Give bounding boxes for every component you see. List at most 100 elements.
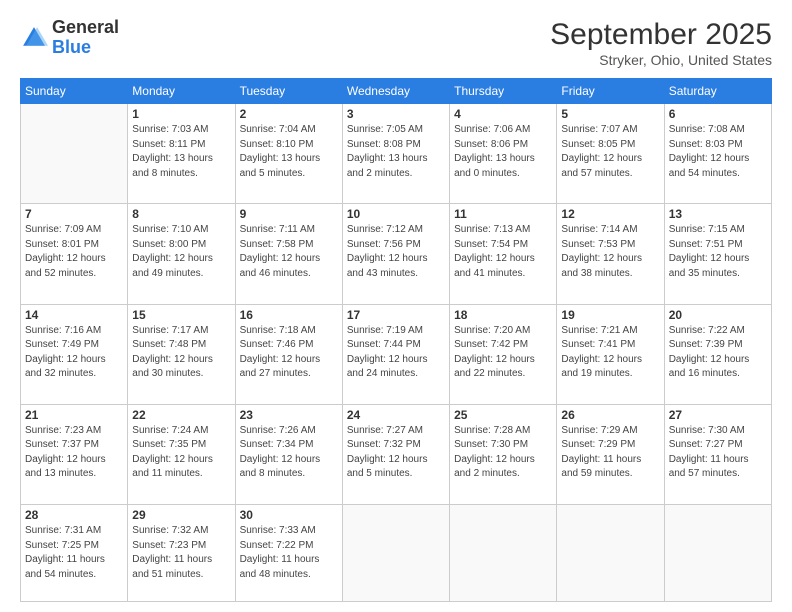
table-row: 1 Sunrise: 7:03 AMSunset: 8:11 PMDaylight… bbox=[128, 104, 235, 204]
day-number: 29 bbox=[132, 508, 230, 522]
location: Stryker, Ohio, United States bbox=[550, 52, 772, 68]
table-row bbox=[21, 104, 128, 204]
day-number: 22 bbox=[132, 408, 230, 422]
page: General Blue September 2025 Stryker, Ohi… bbox=[0, 0, 792, 612]
day-info: Sunrise: 7:18 AMSunset: 7:46 PMDaylight:… bbox=[240, 324, 338, 382]
col-monday: Monday bbox=[128, 79, 235, 104]
day-number: 30 bbox=[240, 508, 338, 522]
day-info: Sunrise: 7:22 AMSunset: 7:39 PMDaylight:… bbox=[669, 324, 767, 382]
day-info: Sunrise: 7:23 AMSunset: 7:37 PMDaylight:… bbox=[25, 424, 123, 482]
day-number: 11 bbox=[454, 207, 552, 221]
day-info: Sunrise: 7:12 AMSunset: 7:56 PMDaylight:… bbox=[347, 223, 445, 281]
day-number: 8 bbox=[132, 207, 230, 221]
table-row: 2 Sunrise: 7:04 AMSunset: 8:10 PMDaylight… bbox=[235, 104, 342, 204]
day-number: 16 bbox=[240, 308, 338, 322]
day-info: Sunrise: 7:20 AMSunset: 7:42 PMDaylight:… bbox=[454, 324, 552, 382]
day-number: 5 bbox=[561, 107, 659, 121]
day-info: Sunrise: 7:31 AMSunset: 7:25 PMDaylight:… bbox=[25, 524, 123, 582]
day-info: Sunrise: 7:19 AMSunset: 7:44 PMDaylight:… bbox=[347, 324, 445, 382]
table-row: 19 Sunrise: 7:21 AMSunset: 7:41 PMDayligh… bbox=[557, 304, 664, 404]
day-number: 9 bbox=[240, 207, 338, 221]
table-row: 20Sunrise: 7:22 AMSunset: 7:39 PMDayligh… bbox=[664, 304, 771, 404]
table-row: 16 Sunrise: 7:18 AMSunset: 7:46 PMDayligh… bbox=[235, 304, 342, 404]
day-number: 1 bbox=[132, 107, 230, 121]
table-row: 17Sunrise: 7:19 AMSunset: 7:44 PMDayligh… bbox=[342, 304, 449, 404]
day-info: Sunrise: 7:10 AMSunset: 8:00 PMDaylight:… bbox=[132, 223, 230, 281]
day-info: Sunrise: 7:11 AMSunset: 7:58 PMDaylight:… bbox=[240, 223, 338, 281]
table-row: 30 Sunrise: 7:33 AMSunset: 7:22 PMDayligh… bbox=[235, 505, 342, 602]
col-wednesday: Wednesday bbox=[342, 79, 449, 104]
day-info: Sunrise: 7:30 AMSunset: 7:27 PMDaylight:… bbox=[669, 424, 767, 482]
table-row: 22 Sunrise: 7:24 AMSunset: 7:35 PMDayligh… bbox=[128, 404, 235, 504]
col-friday: Friday bbox=[557, 79, 664, 104]
day-number: 3 bbox=[347, 107, 445, 121]
day-info: Sunrise: 7:16 AMSunset: 7:49 PMDaylight:… bbox=[25, 324, 123, 382]
logo-text: General Blue bbox=[52, 18, 119, 58]
table-row: 10 Sunrise: 7:12 AMSunset: 7:56 PMDayligh… bbox=[342, 204, 449, 304]
calendar-week-row: 28Sunrise: 7:31 AMSunset: 7:25 PMDayligh… bbox=[21, 505, 772, 602]
logo-general: General bbox=[52, 17, 119, 37]
table-row: 29 Sunrise: 7:32 AMSunset: 7:23 PMDayligh… bbox=[128, 505, 235, 602]
day-info: Sunrise: 7:08 AMSunset: 8:03 PMDaylight:… bbox=[669, 123, 767, 181]
table-row: 3 Sunrise: 7:05 AMSunset: 8:08 PMDaylight… bbox=[342, 104, 449, 204]
day-number: 27 bbox=[669, 408, 767, 422]
day-number: 6 bbox=[669, 107, 767, 121]
day-number: 19 bbox=[561, 308, 659, 322]
table-row: 15 Sunrise: 7:17 AMSunset: 7:48 PMDayligh… bbox=[128, 304, 235, 404]
logo-blue: Blue bbox=[52, 37, 91, 57]
table-row: 26Sunrise: 7:29 AMSunset: 7:29 PMDayligh… bbox=[557, 404, 664, 504]
day-number: 24 bbox=[347, 408, 445, 422]
table-row: 28Sunrise: 7:31 AMSunset: 7:25 PMDayligh… bbox=[21, 505, 128, 602]
day-info: Sunrise: 7:27 AMSunset: 7:32 PMDaylight:… bbox=[347, 424, 445, 482]
calendar-week-row: 21 Sunrise: 7:23 AMSunset: 7:37 PMDayligh… bbox=[21, 404, 772, 504]
day-info: Sunrise: 7:21 AMSunset: 7:41 PMDaylight:… bbox=[561, 324, 659, 382]
table-row: 11 Sunrise: 7:13 AMSunset: 7:54 PMDayligh… bbox=[450, 204, 557, 304]
col-sunday: Sunday bbox=[21, 79, 128, 104]
day-info: Sunrise: 7:13 AMSunset: 7:54 PMDaylight:… bbox=[454, 223, 552, 281]
day-info: Sunrise: 7:03 AMSunset: 8:11 PMDaylight:… bbox=[132, 123, 230, 181]
day-info: Sunrise: 7:33 AMSunset: 7:22 PMDaylight:… bbox=[240, 524, 338, 582]
logo: General Blue bbox=[20, 18, 119, 58]
table-row bbox=[450, 505, 557, 602]
day-info: Sunrise: 7:07 AMSunset: 8:05 PMDaylight:… bbox=[561, 123, 659, 181]
calendar-week-row: 1 Sunrise: 7:03 AMSunset: 8:11 PMDaylight… bbox=[21, 104, 772, 204]
day-number: 25 bbox=[454, 408, 552, 422]
day-number: 21 bbox=[25, 408, 123, 422]
table-row: 13 Sunrise: 7:15 AMSunset: 7:51 PMDayligh… bbox=[664, 204, 771, 304]
day-number: 4 bbox=[454, 107, 552, 121]
day-number: 12 bbox=[561, 207, 659, 221]
calendar-week-row: 14 Sunrise: 7:16 AMSunset: 7:49 PMDayligh… bbox=[21, 304, 772, 404]
day-number: 2 bbox=[240, 107, 338, 121]
weekday-header-row: Sunday Monday Tuesday Wednesday Thursday… bbox=[21, 79, 772, 104]
day-info: Sunrise: 7:04 AMSunset: 8:10 PMDaylight:… bbox=[240, 123, 338, 181]
day-info: Sunrise: 7:17 AMSunset: 7:48 PMDaylight:… bbox=[132, 324, 230, 382]
day-info: Sunrise: 7:09 AMSunset: 8:01 PMDaylight:… bbox=[25, 223, 123, 281]
day-number: 10 bbox=[347, 207, 445, 221]
day-number: 15 bbox=[132, 308, 230, 322]
calendar-table: Sunday Monday Tuesday Wednesday Thursday… bbox=[20, 78, 772, 602]
day-info: Sunrise: 7:29 AMSunset: 7:29 PMDaylight:… bbox=[561, 424, 659, 482]
table-row bbox=[557, 505, 664, 602]
calendar-week-row: 7 Sunrise: 7:09 AMSunset: 8:01 PMDaylight… bbox=[21, 204, 772, 304]
table-row: 27 Sunrise: 7:30 AMSunset: 7:27 PMDayligh… bbox=[664, 404, 771, 504]
table-row: 23Sunrise: 7:26 AMSunset: 7:34 PMDayligh… bbox=[235, 404, 342, 504]
col-saturday: Saturday bbox=[664, 79, 771, 104]
title-block: September 2025 Stryker, Ohio, United Sta… bbox=[550, 18, 772, 68]
day-info: Sunrise: 7:05 AMSunset: 8:08 PMDaylight:… bbox=[347, 123, 445, 181]
table-row: 21 Sunrise: 7:23 AMSunset: 7:37 PMDayligh… bbox=[21, 404, 128, 504]
table-row: 14 Sunrise: 7:16 AMSunset: 7:49 PMDayligh… bbox=[21, 304, 128, 404]
day-info: Sunrise: 7:28 AMSunset: 7:30 PMDaylight:… bbox=[454, 424, 552, 482]
logo-icon bbox=[20, 24, 48, 52]
day-number: 13 bbox=[669, 207, 767, 221]
day-info: Sunrise: 7:32 AMSunset: 7:23 PMDaylight:… bbox=[132, 524, 230, 582]
day-info: Sunrise: 7:15 AMSunset: 7:51 PMDaylight:… bbox=[669, 223, 767, 281]
day-info: Sunrise: 7:24 AMSunset: 7:35 PMDaylight:… bbox=[132, 424, 230, 482]
table-row: 6 Sunrise: 7:08 AMSunset: 8:03 PMDaylight… bbox=[664, 104, 771, 204]
day-number: 14 bbox=[25, 308, 123, 322]
col-thursday: Thursday bbox=[450, 79, 557, 104]
table-row bbox=[664, 505, 771, 602]
day-info: Sunrise: 7:14 AMSunset: 7:53 PMDaylight:… bbox=[561, 223, 659, 281]
table-row: 8 Sunrise: 7:10 AMSunset: 8:00 PMDaylight… bbox=[128, 204, 235, 304]
day-number: 18 bbox=[454, 308, 552, 322]
day-number: 7 bbox=[25, 207, 123, 221]
